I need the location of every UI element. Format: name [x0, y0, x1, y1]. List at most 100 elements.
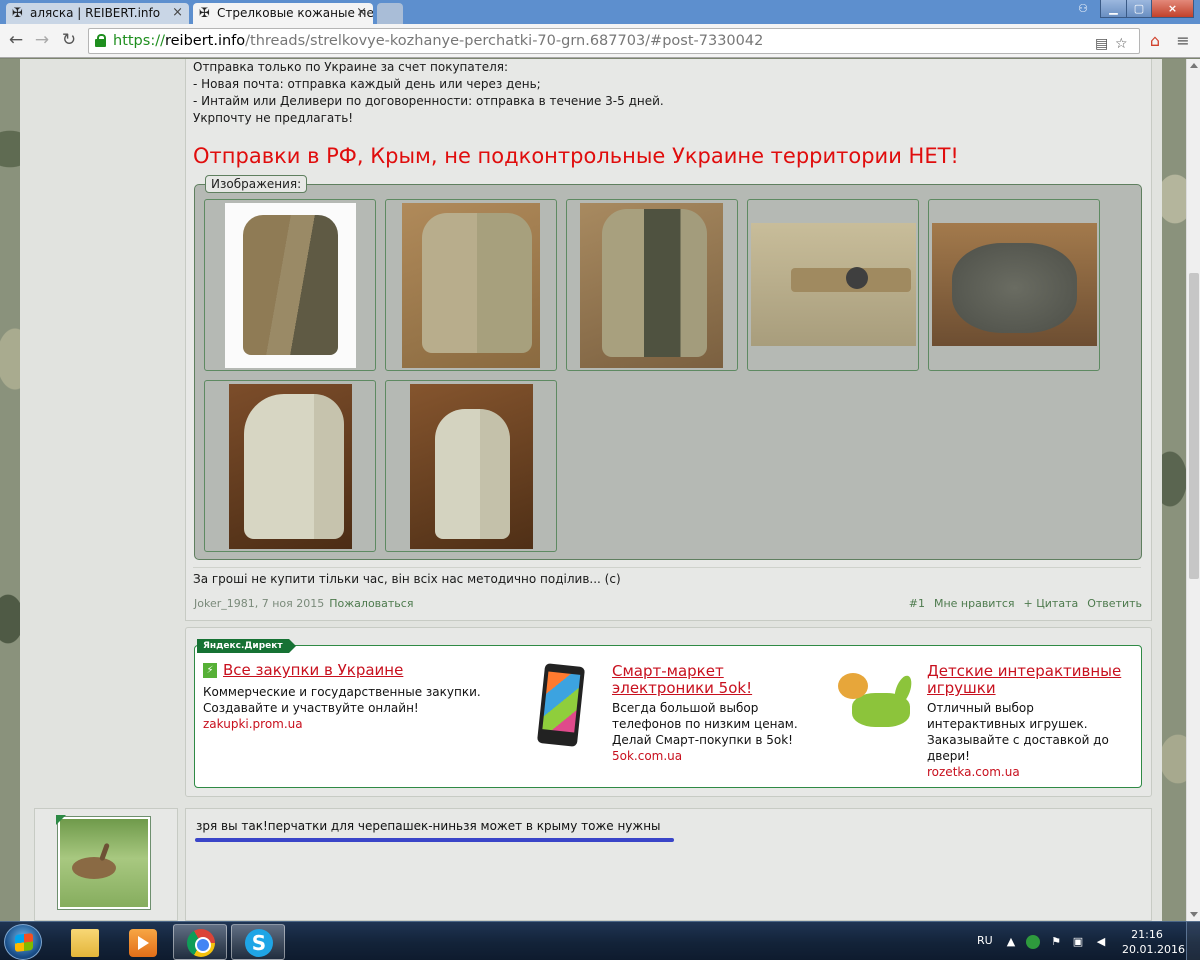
- smartphone-ad-image[interactable]: [519, 663, 604, 747]
- tab-gloves[interactable]: ✠ Стрелковые кожаные пер ×: [193, 3, 373, 24]
- clock-date: 20.01.2016: [1122, 943, 1185, 956]
- signature: За гроші не купити тільки час, він всіх …: [193, 572, 621, 586]
- report-link[interactable]: Пожаловаться: [329, 597, 413, 610]
- show-hidden-icons-icon[interactable]: ▲: [1004, 935, 1018, 949]
- glove-photo: [410, 384, 533, 549]
- start-button[interactable]: [4, 924, 42, 960]
- close-tab-icon[interactable]: ×: [356, 5, 367, 20]
- network-icon[interactable]: ▣: [1071, 935, 1085, 949]
- ad-body: Отличный выбор: [927, 701, 1034, 715]
- tab-title: аляска | REIBERT.info: [30, 6, 161, 20]
- scroll-up-icon[interactable]: [1190, 63, 1198, 68]
- glove-strap-photo: [751, 223, 916, 346]
- post-meta: Joker_1981, 7 ноя 2015 Пожаловаться: [194, 597, 413, 610]
- new-tab-button[interactable]: [377, 3, 403, 24]
- ad-url[interactable]: 5ok.com.ua: [612, 749, 682, 763]
- ad-title-5ok[interactable]: Смарт-маркет: [612, 663, 724, 680]
- show-desktop-button[interactable]: [1186, 921, 1200, 960]
- iron-cross-favicon-icon: ✠: [199, 6, 210, 21]
- ad-body: Заказывайте с доставкой до: [927, 733, 1109, 747]
- page-scrollbar[interactable]: [1186, 59, 1200, 921]
- ad-url[interactable]: zakupki.prom.ua: [203, 717, 303, 731]
- hare-avatar-image: [60, 819, 148, 907]
- minimize-button[interactable]: ▁: [1100, 0, 1127, 18]
- action-center-icon[interactable]: ⚑: [1049, 935, 1063, 949]
- quote-link[interactable]: + Цитата: [1024, 597, 1079, 610]
- translate-icon[interactable]: ▤: [1095, 32, 1108, 56]
- ad-title-rozetka[interactable]: Детские интерактивные: [927, 663, 1121, 680]
- forward-icon[interactable]: →: [31, 30, 53, 52]
- attachment-thumbnail[interactable]: [385, 199, 557, 371]
- folder-icon: [71, 929, 99, 957]
- url-scheme: https://: [113, 33, 165, 49]
- ad-body: интерактивных игрушек.: [927, 717, 1088, 731]
- ad-title-zakupki[interactable]: Все закупки в Украине: [223, 662, 403, 679]
- lock-icon: [95, 34, 106, 47]
- signature-divider: [193, 567, 1141, 568]
- tab-alaska[interactable]: ✠ аляска | REIBERT.info ×: [6, 3, 189, 24]
- ad-url[interactable]: rozetka.com.ua: [927, 765, 1020, 779]
- shipping-line: - Новая почта: отправка каждый день или …: [193, 77, 541, 91]
- address-bar[interactable]: https://reibert.info/threads/strelkovye-…: [88, 28, 1140, 54]
- chrome-icon: [187, 929, 215, 957]
- shipping-line: Укрпочту не предлагать!: [193, 111, 354, 125]
- iron-cross-favicon-icon: ✠: [12, 6, 23, 21]
- close-tab-icon[interactable]: ×: [172, 5, 183, 20]
- post-number-link[interactable]: #1: [909, 597, 925, 610]
- ad-body: телефонов по низким ценам.: [612, 717, 798, 731]
- clock-time: 21:16: [1131, 928, 1163, 941]
- extension-icon[interactable]: ⌂: [1144, 30, 1166, 52]
- reload-icon[interactable]: ↻: [58, 30, 80, 52]
- menu-icon[interactable]: ≡: [1172, 30, 1194, 52]
- maximize-button[interactable]: ▢: [1126, 0, 1152, 18]
- ad-body: Всегда большой выбор: [612, 701, 759, 715]
- shipping-warning: Отправки в РФ, Крым, не подконтрольные У…: [193, 144, 959, 168]
- attachment-thumbnail[interactable]: [566, 199, 738, 371]
- tray-app-icon[interactable]: [1026, 935, 1040, 949]
- toy-dinosaur-ad-image[interactable]: [834, 663, 918, 743]
- scroll-thumb[interactable]: [1189, 273, 1199, 579]
- url-host: reibert.info: [164, 33, 246, 49]
- like-link[interactable]: Мне нравится: [934, 597, 1015, 610]
- ad-title-5ok[interactable]: электроники 5ok!: [612, 680, 752, 697]
- reply-link[interactable]: Ответить: [1087, 597, 1142, 610]
- clock[interactable]: 21:16 20.01.2016: [1122, 927, 1185, 957]
- shipping-line: Отправка только по Украине за счет покуп…: [193, 60, 509, 74]
- glove-photo: [225, 203, 356, 368]
- attachment-thumbnail[interactable]: [747, 199, 919, 371]
- taskbar-chrome[interactable]: [173, 924, 227, 960]
- avatar[interactable]: [57, 816, 151, 910]
- skype-icon: S: [245, 929, 273, 957]
- post-author-date[interactable]: Joker_1981, 7 ноя 2015: [194, 597, 324, 610]
- taskbar-skype[interactable]: S: [231, 924, 285, 960]
- taskbar-explorer[interactable]: [57, 924, 111, 960]
- star-icon[interactable]: ☆: [1115, 32, 1128, 56]
- back-icon[interactable]: ←: [5, 30, 27, 52]
- glove-photo: [580, 203, 723, 368]
- glove-photo: [402, 203, 540, 368]
- annotation-underline: [195, 838, 674, 842]
- reply-post-text: зря вы так!перчатки для черепашек-ниньзя…: [196, 819, 661, 833]
- attachment-thumbnail[interactable]: [204, 199, 376, 371]
- ad-body: двери!: [927, 749, 970, 763]
- attachment-thumbnail[interactable]: [204, 380, 376, 552]
- user-profile-icon[interactable]: ⚇: [1070, 0, 1096, 18]
- close-window-button[interactable]: ×: [1151, 0, 1194, 18]
- attachment-thumbnail[interactable]: [928, 199, 1100, 371]
- language-indicator[interactable]: RU: [977, 934, 993, 947]
- taskbar-media-player[interactable]: [115, 924, 169, 960]
- shipping-line: - Интайм или Деливери по договоренности:…: [193, 94, 664, 108]
- ad-body: Создавайте и участвуйте онлайн!: [203, 701, 419, 715]
- volume-icon[interactable]: ◀: [1094, 935, 1108, 949]
- browser-toolbar: ← → ↻ https://reibert.info/threads/strel…: [0, 24, 1200, 58]
- ad-label[interactable]: Яндекс.Директ: [197, 639, 296, 653]
- attachment-thumbnail[interactable]: [385, 380, 557, 552]
- windows-taskbar: S RU ▲ ⚑ ▣ ◀ 21:16 20.01.2016: [0, 921, 1200, 960]
- tab-title: Стрелковые кожаные пер: [217, 6, 373, 20]
- glove-cuff-photo: [932, 223, 1097, 346]
- ad-title-rozetka[interactable]: игрушки: [927, 680, 996, 697]
- attachments-label: Изображения:: [205, 175, 308, 193]
- url-path: /threads/strelkovye-kozhanye-perchatki-7…: [245, 33, 764, 49]
- scroll-down-icon[interactable]: [1190, 912, 1198, 917]
- lightning-icon: ⚡: [203, 663, 217, 678]
